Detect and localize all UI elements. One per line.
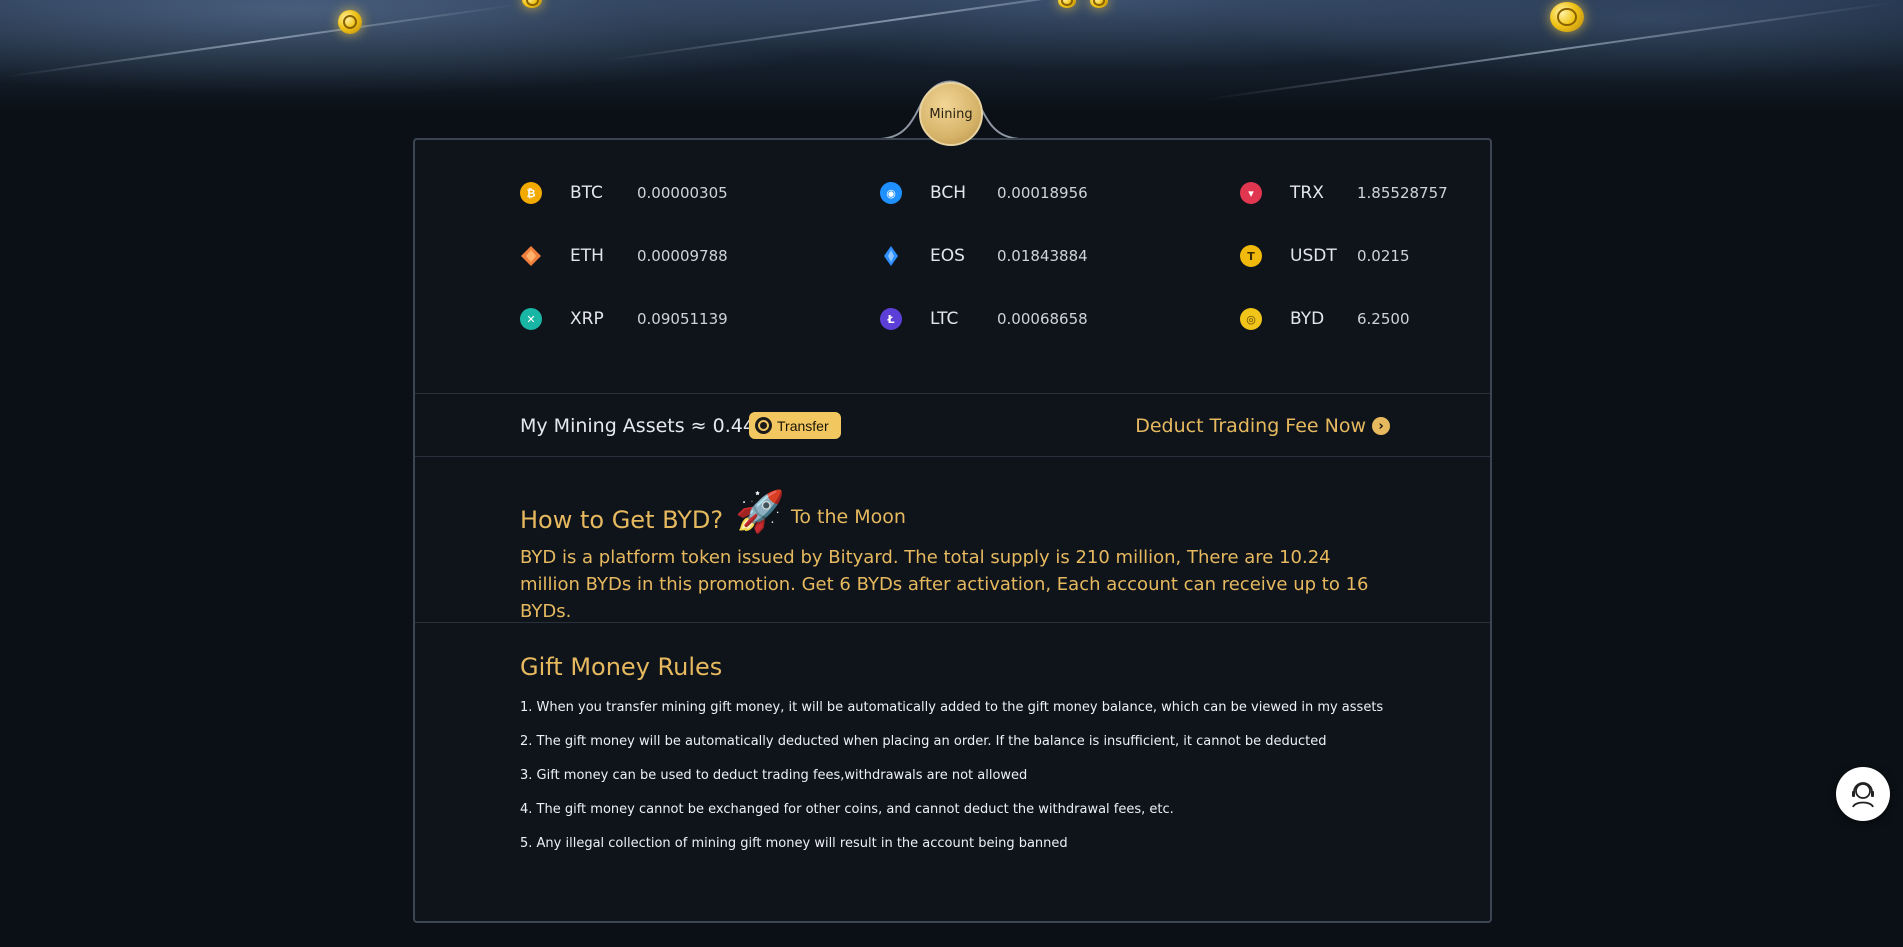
transfer-button[interactable]: Transfer — [749, 412, 841, 439]
mining-assets-row: My Mining Assets ≈ 0.44 Transfer Deduct … — [520, 412, 1390, 442]
coin-symbol: EOS — [930, 246, 965, 266]
how-to-description: BYD is a platform token issued by Bityar… — [520, 547, 1369, 622]
rule-item: 5. Any illegal collection of mining gift… — [520, 836, 1068, 851]
coin-row-btc: ₿ BTC 0.00000305 — [520, 180, 728, 206]
coin-symbol: BYD — [1290, 309, 1325, 329]
divider — [415, 622, 1490, 623]
gold-coin-icon — [338, 10, 362, 34]
transfer-button-label: Transfer — [777, 417, 829, 434]
divider — [415, 393, 1490, 394]
coin-row-bch: ◉ BCH 0.00018956 — [880, 180, 1088, 206]
mining-assets-label: My Mining Assets ≈ 0.44 — [520, 415, 755, 437]
transfer-icon — [755, 417, 772, 434]
mining-badge-label: Mining — [929, 106, 973, 122]
coin-symbol: USDT — [1290, 246, 1337, 266]
how-to-title: How to Get BYD? — [520, 506, 724, 534]
coin-symbol: XRP — [570, 309, 604, 329]
coin-row-eos: EOS 0.01843884 — [880, 243, 1088, 269]
byd-icon: ◎ — [1240, 308, 1262, 330]
rule-item: 1. When you transfer mining gift money, … — [520, 700, 1384, 715]
mining-badge: Mining — [919, 82, 983, 146]
coin-value: 0.01843884 — [997, 247, 1088, 265]
usdt-icon: T — [1240, 245, 1262, 267]
coin-value: 0.00018956 — [997, 184, 1088, 202]
rule-item: 2. The gift money will be automatically … — [520, 734, 1327, 749]
eos-icon — [880, 245, 902, 267]
coin-row-usdt: T USDT 0.0215 — [1240, 243, 1410, 269]
rocket-icon: 🚀 — [735, 489, 785, 535]
deduct-trading-fee-label: Deduct Trading Fee Now — [1135, 415, 1366, 437]
btc-icon: ₿ — [520, 182, 542, 204]
deduct-trading-fee-link[interactable]: Deduct Trading Fee Now › — [1135, 415, 1390, 437]
customer-support-button[interactable] — [1836, 767, 1890, 821]
headset-icon — [1852, 782, 1874, 808]
eth-icon — [520, 245, 542, 267]
coin-row-ltc: Ł LTC 0.00068658 — [880, 306, 1088, 332]
light-streak — [2, 3, 518, 79]
light-streak — [602, 0, 1198, 62]
ltc-icon: Ł — [880, 308, 902, 330]
coin-value: 0.00068658 — [997, 310, 1088, 328]
gold-coin-icon — [1090, 0, 1108, 8]
gold-coin-icon — [1550, 2, 1584, 32]
rule-item: 3. Gift money can be used to deduct trad… — [520, 768, 1028, 783]
bch-icon: ◉ — [880, 182, 902, 204]
coin-value: 6.2500 — [1357, 310, 1410, 328]
coin-symbol: BCH — [930, 183, 967, 203]
coin-value: 0.00000305 — [637, 184, 728, 202]
chevron-right-icon: › — [1372, 417, 1390, 435]
coin-symbol: TRX — [1290, 183, 1324, 203]
coin-row-trx: ▾ TRX 1.85528757 — [1240, 180, 1448, 206]
how-to-get-byd-section: How to Get BYD? 🚀 To the Moon BYD is a p… — [520, 480, 1400, 625]
trx-icon: ▾ — [1240, 182, 1262, 204]
coin-value: 0.00009788 — [637, 247, 728, 265]
mining-card: ₿ BTC 0.00000305 ◉ BCH 0.00018956 ▾ TRX … — [413, 138, 1492, 923]
divider — [415, 456, 1490, 457]
coin-symbol: ETH — [570, 246, 604, 266]
coin-symbol: LTC — [930, 309, 959, 329]
how-to-subtitle: To the Moon — [790, 506, 906, 528]
rules-title: Gift Money Rules — [520, 653, 723, 681]
gold-coin-icon — [522, 0, 542, 8]
coin-value: 0.09051139 — [637, 310, 728, 328]
coin-row-byd: ◎ BYD 6.2500 — [1240, 306, 1410, 332]
coin-row-eth: ETH 0.00009788 — [520, 243, 728, 269]
coin-symbol: BTC — [570, 183, 603, 203]
coin-value: 0.0215 — [1357, 247, 1410, 265]
coin-row-xrp: ✕ XRP 0.09051139 — [520, 306, 728, 332]
gold-coin-icon — [1058, 0, 1076, 8]
xrp-icon: ✕ — [520, 308, 542, 330]
rule-item: 4. The gift money cannot be exchanged fo… — [520, 802, 1174, 817]
coin-value: 1.85528757 — [1357, 184, 1448, 202]
gift-money-rules-section: Gift Money Rules 1. When you transfer mi… — [520, 653, 1420, 869]
